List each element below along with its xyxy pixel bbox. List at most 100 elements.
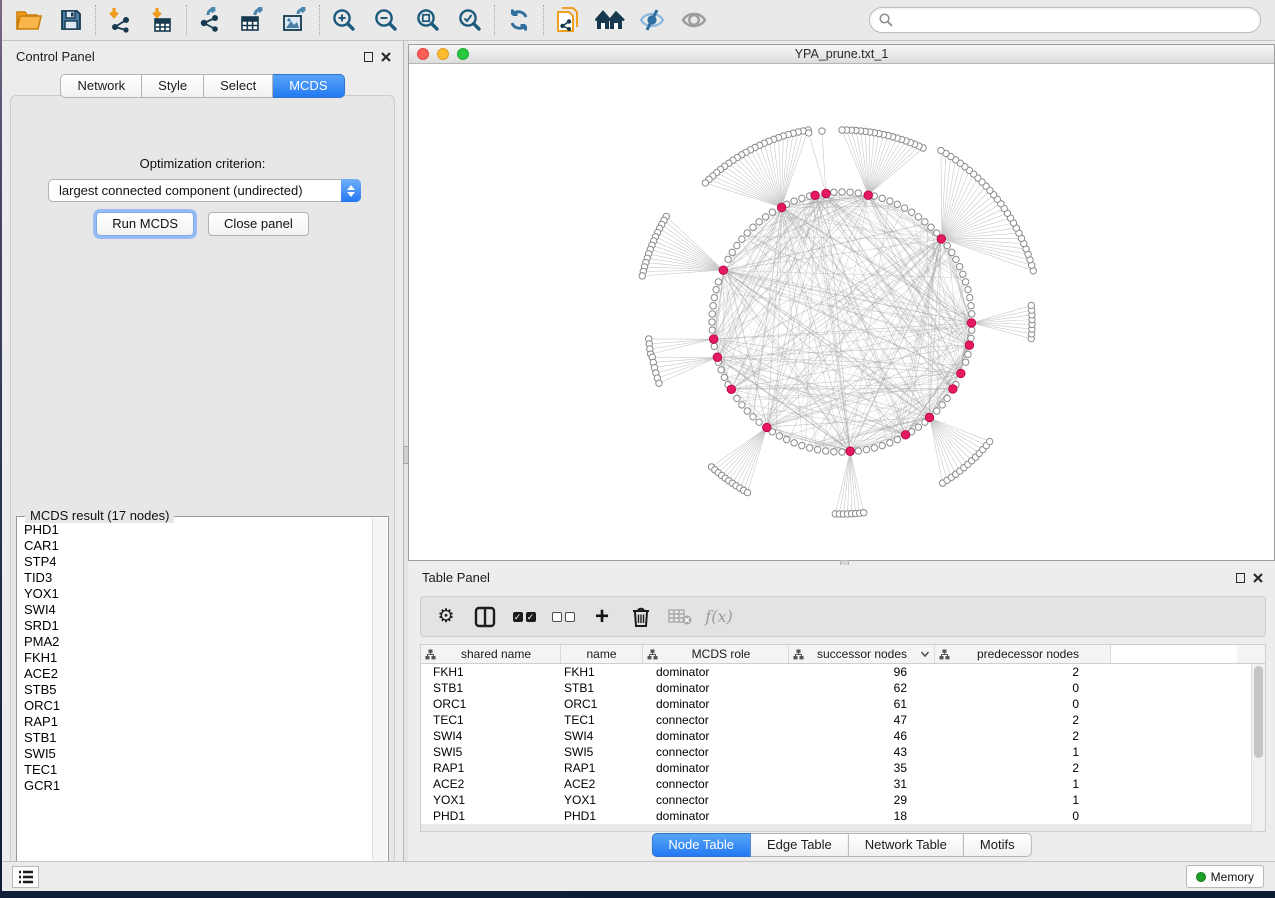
- table-cell: 1: [935, 744, 1111, 760]
- mcds-list-scrollbar[interactable]: [372, 518, 387, 875]
- toolbar-separator: [186, 5, 187, 35]
- search-input[interactable]: [869, 7, 1261, 33]
- list-item[interactable]: PMA2: [24, 634, 372, 650]
- column-header-name[interactable]: name: [561, 645, 643, 663]
- control-panel: Control Panel Network Style Select MCDS …: [2, 41, 403, 861]
- table-row[interactable]: SWI5SWI5connector431: [421, 744, 1251, 760]
- task-history-button[interactable]: [12, 866, 39, 888]
- refresh-icon[interactable]: [502, 3, 536, 37]
- list-item[interactable]: STB5: [24, 682, 372, 698]
- table-row[interactable]: PHD1PHD1dominator180: [421, 808, 1251, 824]
- table-cell: RAP1: [421, 760, 561, 776]
- select-all-icon[interactable]: ✓✓: [511, 604, 537, 630]
- table-cell: 0: [935, 680, 1111, 696]
- table-cell: 61: [789, 696, 935, 712]
- table-toolbar: ⚙ ✓✓ + f(x): [420, 596, 1266, 637]
- table-row[interactable]: SWI4SWI4dominator462: [421, 728, 1251, 744]
- tab-mcds[interactable]: MCDS: [273, 74, 344, 98]
- zoom-in-icon[interactable]: [327, 3, 361, 37]
- tab-style[interactable]: Style: [142, 74, 204, 98]
- list-item[interactable]: STB1: [24, 730, 372, 746]
- column-header-mcds-role[interactable]: MCDS role: [643, 645, 789, 663]
- tab-network-table[interactable]: Network Table: [849, 833, 964, 857]
- status-bar: Memory: [2, 861, 1275, 891]
- column-header-successor-nodes[interactable]: successor nodes: [789, 645, 935, 663]
- add-column-icon[interactable]: +: [589, 604, 615, 630]
- table-options-icon[interactable]: ⚙: [433, 604, 459, 630]
- list-item[interactable]: STP4: [24, 554, 372, 570]
- table-row[interactable]: YOX1YOX1connector291: [421, 792, 1251, 808]
- list-item[interactable]: RAP1: [24, 714, 372, 730]
- column-header-predecessor-nodes[interactable]: predecessor nodes: [935, 645, 1111, 663]
- optimization-criterion-label: Optimization criterion:: [11, 156, 394, 171]
- table-cell: 47: [789, 712, 935, 728]
- mcds-node-list: PHD1CAR1STP4TID3YOX1SWI4SRD1PMA2FKH1ACE2…: [17, 522, 372, 874]
- main-toolbar: [2, 0, 1275, 41]
- export-table-icon[interactable]: [236, 3, 270, 37]
- network-window-titlebar[interactable]: YPA_prune.txt_1: [409, 45, 1274, 64]
- scrollbar-thumb[interactable]: [1254, 666, 1263, 758]
- table-cell: ORC1: [561, 696, 643, 712]
- list-item[interactable]: SWI4: [24, 602, 372, 618]
- list-item[interactable]: TID3: [24, 570, 372, 586]
- tab-network[interactable]: Network: [60, 74, 142, 98]
- column-type-icon: [939, 649, 950, 660]
- show-columns-icon[interactable]: [472, 604, 498, 630]
- network-window-title: YPA_prune.txt_1: [409, 47, 1274, 61]
- list-item[interactable]: SWI5: [24, 746, 372, 762]
- table-cell: SWI5: [561, 744, 643, 760]
- export-image-icon[interactable]: [278, 3, 312, 37]
- tab-node-table[interactable]: Node Table: [651, 833, 751, 857]
- column-header-shared-name[interactable]: shared name: [421, 645, 561, 663]
- show-graphics-details-icon[interactable]: [677, 3, 711, 37]
- list-item[interactable]: SRD1: [24, 618, 372, 634]
- list-item[interactable]: GCR1: [24, 778, 372, 794]
- table-cell: ORC1: [421, 696, 561, 712]
- network-canvas[interactable]: [409, 64, 1274, 560]
- tab-edge-table[interactable]: Edge Table: [751, 833, 849, 857]
- list-item[interactable]: ACE2: [24, 666, 372, 682]
- list-item[interactable]: ORC1: [24, 698, 372, 714]
- list-item[interactable]: CAR1: [24, 538, 372, 554]
- list-item[interactable]: FKH1: [24, 650, 372, 666]
- table-row[interactable]: STB1STB1dominator620: [421, 680, 1251, 696]
- memory-button[interactable]: Memory: [1186, 865, 1264, 888]
- table-row[interactable]: ACE2ACE2connector311: [421, 776, 1251, 792]
- tab-select[interactable]: Select: [204, 74, 273, 98]
- list-item[interactable]: YOX1: [24, 586, 372, 602]
- table-cell: FKH1: [561, 664, 643, 680]
- table-row[interactable]: FKH1FKH1dominator962: [421, 664, 1251, 680]
- table-cell: 1: [935, 776, 1111, 792]
- table-cell: dominator: [643, 728, 789, 744]
- table-row[interactable]: TEC1TEC1connector472: [421, 712, 1251, 728]
- float-panel-icon[interactable]: [364, 52, 373, 62]
- delete-column-icon[interactable]: [628, 604, 654, 630]
- import-network-icon[interactable]: [103, 3, 137, 37]
- column-type-icon: [793, 649, 804, 660]
- import-table-icon[interactable]: [145, 3, 179, 37]
- float-panel-icon[interactable]: [1236, 573, 1245, 583]
- criterion-select[interactable]: largest connected component (undirected): [48, 179, 361, 202]
- show-all-networks-icon[interactable]: [593, 3, 627, 37]
- run-mcds-button[interactable]: Run MCDS: [96, 212, 194, 236]
- list-item[interactable]: TEC1: [24, 762, 372, 778]
- node-table: shared name name MCDS role successor nod…: [420, 644, 1266, 832]
- table-scrollbar[interactable]: [1251, 664, 1265, 831]
- export-network-icon[interactable]: [194, 3, 228, 37]
- zoom-selected-icon[interactable]: [453, 3, 487, 37]
- table-cell: STB1: [561, 680, 643, 696]
- close-panel-icon[interactable]: [381, 52, 391, 62]
- table-row[interactable]: ORC1ORC1dominator610: [421, 696, 1251, 712]
- open-file-icon[interactable]: [12, 3, 46, 37]
- zoom-out-icon[interactable]: [369, 3, 403, 37]
- list-item[interactable]: PHD1: [24, 522, 372, 538]
- save-session-icon[interactable]: [54, 3, 88, 37]
- open-session-icon[interactable]: [551, 3, 585, 37]
- deselect-all-icon[interactable]: [550, 604, 576, 630]
- close-panel-icon[interactable]: [1253, 573, 1263, 583]
- tab-motifs[interactable]: Motifs: [964, 833, 1032, 857]
- table-row[interactable]: RAP1RAP1dominator352: [421, 760, 1251, 776]
- close-panel-button[interactable]: Close panel: [208, 212, 309, 236]
- hide-graphics-details-icon[interactable]: [635, 3, 669, 37]
- zoom-fit-icon[interactable]: [411, 3, 445, 37]
